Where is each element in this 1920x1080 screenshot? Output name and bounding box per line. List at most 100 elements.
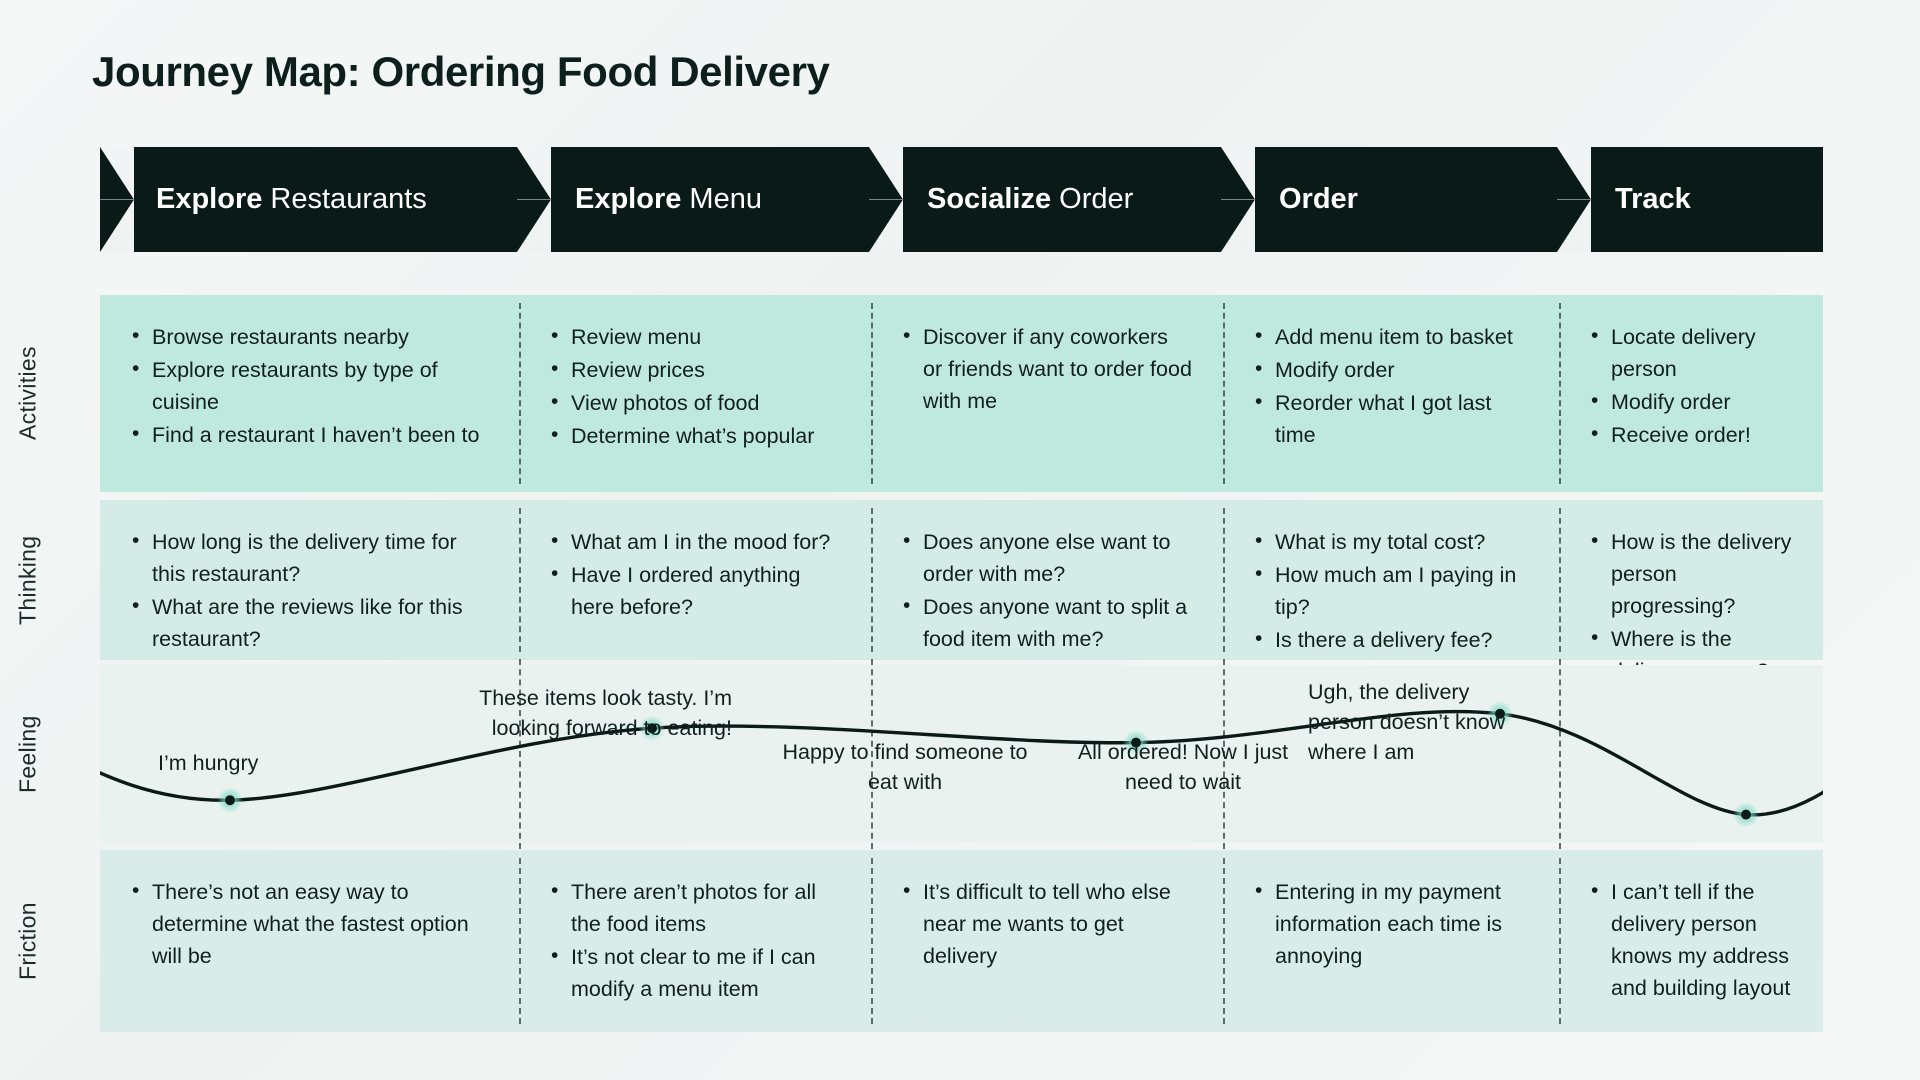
chevron-notch-3 [1221, 147, 1255, 252]
bullet-list: What am I in the mood for?Have I ordered… [549, 525, 841, 623]
cell-activities-3: Discover if any coworkers or friends wan… [871, 295, 1223, 492]
row-columns: How long is the delivery time for this r… [100, 500, 1823, 683]
bullet-list: Review menuReview pricesView photos of f… [549, 320, 841, 452]
column-divider [519, 858, 521, 1024]
cell-activities-4: Add menu item to basketModify orderReord… [1223, 295, 1559, 492]
row-label-activities: Activities [14, 346, 41, 441]
cell-activities-2: Review menuReview pricesView photos of f… [519, 295, 871, 492]
list-item: How long is the delivery time for this r… [130, 525, 489, 590]
cell-activities-1: Browse restaurants nearbyExplore restaur… [100, 295, 519, 492]
emotion-point-1[interactable] [225, 795, 235, 806]
phase-header-label: Socialize Order [871, 183, 1133, 216]
chevron-notch-1 [517, 147, 551, 252]
row-columns: There’s not an easy way to determine wha… [100, 850, 1823, 1032]
cell-thinking-1: How long is the delivery time for this r… [100, 500, 519, 660]
emotion-point-5[interactable] [1741, 809, 1751, 820]
emotion-caption-3: Happy to find someone to eat with [782, 740, 1028, 794]
phase-header-bar: Explore Restaurants Explore Menu Socialize… [100, 147, 1823, 252]
list-item: What is my total cost? [1253, 525, 1529, 558]
list-item: Explore restaurants by type of cuisine [130, 353, 489, 418]
list-item: There aren’t photos for all the food ite… [549, 875, 841, 940]
bullet-list: Browse restaurants nearbyExplore restaur… [130, 320, 489, 451]
journey-row-thinking: How long is the delivery time for this r… [100, 500, 1823, 683]
cell-friction-1: There’s not an easy way to determine wha… [100, 850, 519, 1032]
phase-header-2[interactable]: Explore Menu [519, 147, 905, 252]
list-item: View photos of food [549, 386, 841, 419]
column-divider [871, 303, 873, 484]
phase-label-bold: Explore [575, 183, 682, 215]
column-divider [1223, 858, 1225, 1024]
list-item: What are the reviews like for this resta… [130, 590, 489, 655]
column-divider [1559, 508, 1561, 652]
list-item: What am I in the mood for? [549, 525, 841, 558]
chevron-notch-2 [869, 147, 903, 252]
list-item: Review menu [549, 320, 841, 353]
list-item: It’s difficult to tell who else near me … [901, 875, 1193, 972]
phase-label-light: Order [1051, 183, 1134, 215]
cell-friction-5: I can’t tell if the delivery person know… [1559, 850, 1823, 1032]
phase-label-bold: Socialize [927, 183, 1052, 215]
bullet-list: There aren’t photos for all the food ite… [549, 875, 841, 1005]
list-item: Does anyone want to split a food item wi… [901, 590, 1193, 655]
emotion-caption-2: These items look tasty. I’m looking forw… [479, 686, 732, 740]
phase-label-bold: Track [1615, 183, 1691, 215]
list-item: There’s not an easy way to determine wha… [130, 875, 489, 972]
phase-header-3[interactable]: Socialize Order [871, 147, 1257, 252]
column-divider [1559, 858, 1561, 1024]
list-item: Reorder what I got last time [1253, 386, 1529, 451]
list-item: Add menu item to basket [1253, 320, 1529, 353]
phase-label-bold: Order [1279, 183, 1358, 215]
journey-row-activities: Browse restaurants nearbyExplore restaur… [100, 295, 1823, 492]
phase-header-label: Explore Restaurants [100, 183, 427, 216]
list-item: How is the delivery person progressing? [1589, 525, 1793, 622]
list-item: Determine what’s popular [549, 419, 841, 452]
column-divider [1223, 303, 1225, 484]
phase-label-light: Restaurants [262, 183, 427, 215]
list-item: I can’t tell if the delivery person know… [1589, 875, 1793, 1004]
cell-friction-2: There aren’t photos for all the food ite… [519, 850, 871, 1032]
cell-activities-5: Locate delivery personModify orderReceiv… [1559, 295, 1823, 492]
row-label-friction: Friction [14, 902, 41, 980]
bullet-list: Discover if any coworkers or friends wan… [901, 320, 1193, 417]
row-label-thinking: Thinking [14, 535, 41, 625]
list-item: Find a restaurant I haven’t been to [130, 418, 489, 451]
chevron-start-notch [100, 147, 134, 252]
column-divider [519, 303, 521, 484]
row-columns: Browse restaurants nearbyExplore restaur… [100, 295, 1823, 492]
column-divider [871, 858, 873, 1024]
column-divider [519, 508, 521, 652]
cell-friction-4: Entering in my payment information each … [1223, 850, 1559, 1032]
chevron-notch-4 [1557, 147, 1591, 252]
cell-thinking-2: What am I in the mood for?Have I ordered… [519, 500, 871, 660]
list-item: Does anyone else want to order with me? [901, 525, 1193, 590]
bullet-list: There’s not an easy way to determine wha… [130, 875, 489, 972]
phase-header-1[interactable]: Explore Restaurants [100, 147, 553, 252]
journey-row-friction: There’s not an easy way to determine wha… [100, 850, 1823, 1032]
bullet-list: I can’t tell if the delivery person know… [1589, 875, 1793, 1004]
phase-header-label: Explore Menu [519, 183, 762, 216]
cell-thinking-4: What is my total cost?How much am I payi… [1223, 500, 1559, 660]
emotion-caption-4: All ordered! Now I just need to wait [1077, 740, 1289, 794]
list-item: Locate delivery person [1589, 320, 1793, 385]
row-label-feeling: Feeling [14, 715, 41, 793]
column-divider [1559, 303, 1561, 484]
column-divider [1223, 508, 1225, 652]
phase-header-5[interactable]: Track [1559, 147, 1823, 252]
phase-header-4[interactable]: Order [1223, 147, 1593, 252]
page-title: Journey Map: Ordering Food Delivery [92, 48, 830, 95]
list-item: Modify order [1253, 353, 1529, 386]
list-item: Review prices [549, 353, 841, 386]
bullet-list: How long is the delivery time for this r… [130, 525, 489, 655]
list-item: Discover if any coworkers or friends wan… [901, 320, 1193, 417]
bullet-list: Does anyone else want to order with me?D… [901, 525, 1193, 655]
list-item: Browse restaurants nearby [130, 320, 489, 353]
bullet-list: It’s difficult to tell who else near me … [901, 875, 1193, 972]
bullet-list: Add menu item to basketModify orderReord… [1253, 320, 1529, 451]
emotion-caption-5: Ugh, the delivery person doesn’t know wh… [1308, 680, 1506, 764]
bullet-list: What is my total cost?How much am I payi… [1253, 525, 1529, 656]
list-item: It’s not clear to me if I can modify a m… [549, 940, 841, 1005]
bullet-list: Locate delivery personModify orderReceiv… [1589, 320, 1793, 451]
bullet-list: How is the delivery person progressing?W… [1589, 525, 1793, 687]
phase-label-bold: Explore [156, 183, 263, 215]
phase-label-light: Menu [681, 183, 762, 215]
